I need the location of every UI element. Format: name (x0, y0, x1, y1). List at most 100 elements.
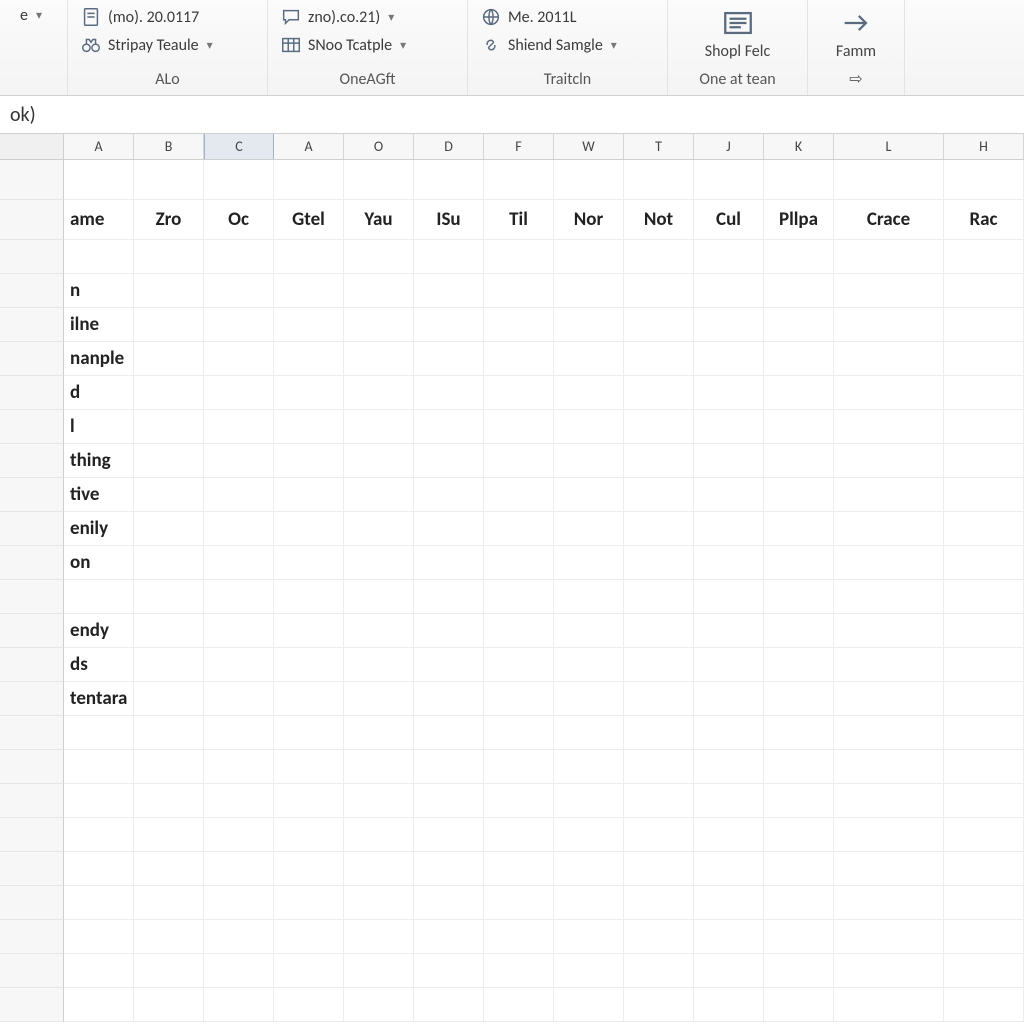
row-header[interactable] (0, 546, 64, 580)
cell[interactable] (554, 580, 624, 614)
cell[interactable] (554, 512, 624, 546)
cell[interactable] (274, 818, 344, 852)
cell[interactable] (944, 614, 1024, 648)
cell[interactable] (414, 988, 484, 1022)
cell[interactable] (834, 274, 944, 308)
cell[interactable] (274, 342, 344, 376)
cell[interactable] (624, 818, 694, 852)
cell[interactable]: tentara (64, 682, 134, 716)
cell[interactable] (204, 160, 274, 200)
cell[interactable] (554, 614, 624, 648)
cell[interactable] (134, 376, 204, 410)
cell[interactable] (944, 444, 1024, 478)
cell[interactable] (764, 614, 834, 648)
cell[interactable] (764, 852, 834, 886)
cell[interactable] (554, 160, 624, 200)
row-header[interactable] (0, 444, 64, 478)
cell[interactable] (554, 716, 624, 750)
cell[interactable] (274, 160, 344, 200)
cell[interactable] (134, 614, 204, 648)
cell[interactable] (834, 160, 944, 200)
cell[interactable] (134, 274, 204, 308)
cell[interactable] (764, 410, 834, 444)
cell[interactable] (694, 716, 764, 750)
cell[interactable] (944, 750, 1024, 784)
cell[interactable] (554, 920, 624, 954)
header-cell[interactable]: Yau (344, 200, 414, 240)
cell[interactable] (834, 410, 944, 444)
row-header[interactable] (0, 920, 64, 954)
cell[interactable] (344, 580, 414, 614)
cell[interactable] (764, 716, 834, 750)
header-cell[interactable]: ISu (414, 200, 484, 240)
row-header[interactable] (0, 614, 64, 648)
cell[interactable] (414, 920, 484, 954)
cell[interactable] (484, 750, 554, 784)
header-cell[interactable]: Rac (944, 200, 1024, 240)
cell[interactable] (554, 818, 624, 852)
row-header[interactable] (0, 716, 64, 750)
cell[interactable] (134, 988, 204, 1022)
cell[interactable] (204, 886, 274, 920)
cell[interactable] (554, 308, 624, 342)
cell[interactable] (484, 886, 554, 920)
row-header[interactable] (0, 200, 64, 240)
cell[interactable] (624, 160, 694, 200)
cell[interactable] (834, 988, 944, 1022)
cell[interactable] (764, 308, 834, 342)
cell[interactable] (134, 886, 204, 920)
cell[interactable] (624, 240, 694, 274)
row-header[interactable] (0, 784, 64, 818)
cell[interactable] (64, 160, 134, 200)
col-header[interactable]: F (484, 134, 554, 159)
col-header[interactable]: A (64, 134, 134, 159)
ribbon-item-top3[interactable]: Me. 2011L (476, 4, 659, 30)
cell[interactable] (134, 444, 204, 478)
cell[interactable] (944, 580, 1024, 614)
cell[interactable] (834, 886, 944, 920)
cell[interactable] (204, 784, 274, 818)
cell[interactable] (764, 988, 834, 1022)
cell[interactable] (274, 580, 344, 614)
cell[interactable] (694, 274, 764, 308)
select-all-corner[interactable] (0, 134, 64, 159)
cell[interactable] (204, 580, 274, 614)
ribbon-item-top2[interactable]: zno).co.21) ▾ (276, 4, 459, 30)
cell[interactable] (274, 512, 344, 546)
cell[interactable] (134, 512, 204, 546)
cell[interactable] (344, 376, 414, 410)
cell[interactable] (204, 818, 274, 852)
cell[interactable] (134, 546, 204, 580)
row-header[interactable] (0, 954, 64, 988)
cell[interactable] (834, 478, 944, 512)
cell[interactable] (624, 852, 694, 886)
cell[interactable] (484, 580, 554, 614)
cell[interactable]: d (64, 376, 134, 410)
cell[interactable] (624, 750, 694, 784)
cell[interactable] (834, 614, 944, 648)
cell[interactable] (344, 546, 414, 580)
cell[interactable] (274, 376, 344, 410)
cell[interactable] (344, 886, 414, 920)
cell[interactable] (944, 784, 1024, 818)
cell[interactable] (414, 376, 484, 410)
cell[interactable] (944, 886, 1024, 920)
cell[interactable]: tive (64, 478, 134, 512)
cell[interactable] (134, 648, 204, 682)
cell[interactable] (344, 954, 414, 988)
cell[interactable] (554, 648, 624, 682)
col-header[interactable]: D (414, 134, 484, 159)
cell[interactable] (414, 852, 484, 886)
header-cell[interactable]: Zro (134, 200, 204, 240)
row-header[interactable] (0, 886, 64, 920)
cell[interactable] (414, 886, 484, 920)
cell[interactable] (764, 920, 834, 954)
cell[interactable] (344, 682, 414, 716)
cell[interactable] (484, 818, 554, 852)
cell[interactable] (764, 682, 834, 716)
cell[interactable] (134, 818, 204, 852)
cell[interactable] (944, 478, 1024, 512)
cell[interactable] (344, 750, 414, 784)
cell[interactable] (64, 886, 134, 920)
cell[interactable] (624, 886, 694, 920)
